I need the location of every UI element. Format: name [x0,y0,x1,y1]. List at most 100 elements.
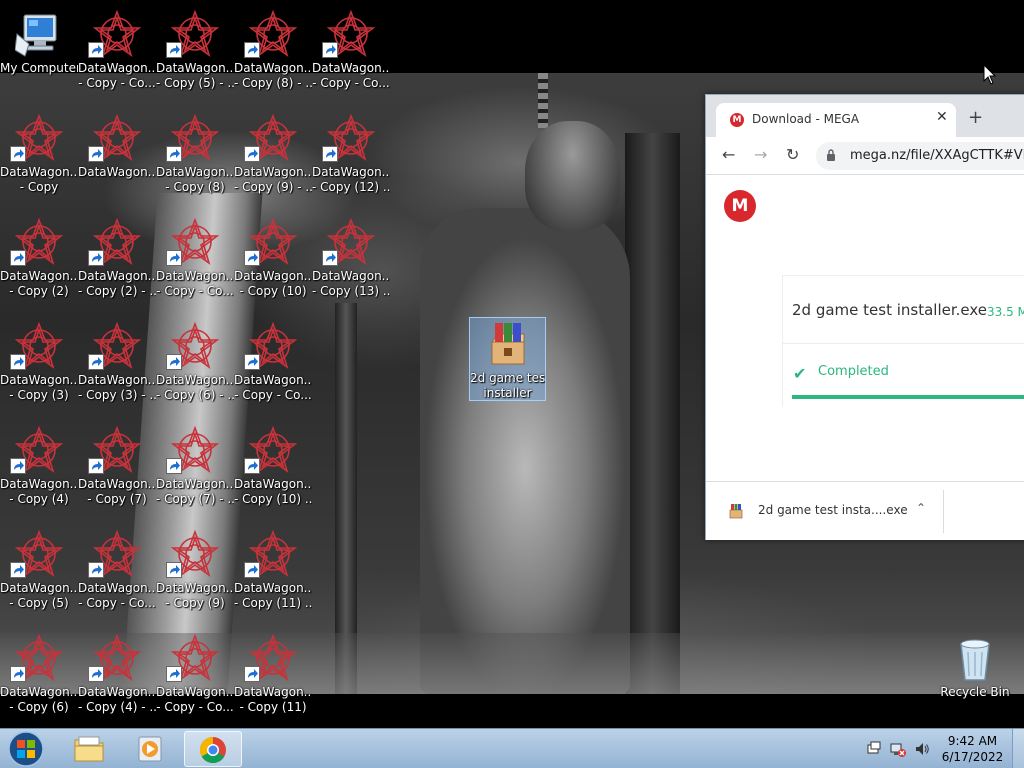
file-size: 33.5 M [987,305,1024,319]
desktop-icon-datawagon[interactable]: DataWagon.... - Copy - Co... [78,4,156,108]
icon-label: Recycle Bin [940,685,1010,699]
mouse-cursor-icon [983,64,997,85]
clock-time[interactable]: 9:42 AM [940,734,1005,748]
taskbar: 9:42 AM 6/17/2022 [0,728,1024,768]
tab-download-mega[interactable]: M Download - MEGA ✕ [716,103,956,137]
desktop-icon-datawagon[interactable]: DataWagon.... - Copy (11) ... [234,524,312,628]
download-status: Completed [818,364,889,379]
icon-label: DataWagon.... [78,685,156,699]
icon-label: - Copy (3) - ... [78,388,156,402]
icon-label: - Copy (10) ... [234,492,312,506]
icon-label: DataWagon.... [0,685,78,699]
icon-label: - Copy - Co... [78,596,156,610]
desktop-icon-datawagon[interactable]: DataWagon.... - Copy [0,108,78,212]
divider [783,343,1024,344]
icon-label: DataWagon.... [156,581,234,595]
shortcut-arrow-icon [88,146,104,162]
wallpaper-figure [420,208,630,694]
icon-label: - Copy (7) [87,492,147,506]
clock-date[interactable]: 6/17/2022 [940,750,1005,764]
desktop-icon-datawagon[interactable]: DataWagon.... - Copy - Co... [78,524,156,628]
mega-logo-icon[interactable]: M [724,190,756,222]
shortcut-arrow-icon [166,250,182,266]
new-tab-button[interactable]: + [968,107,983,128]
icon-label: - Copy (5) [9,596,69,610]
action-center-icon[interactable] [866,741,882,757]
desktop-icon-datawagon[interactable]: DataWagon.... - Copy (6) - ... [156,316,234,420]
icon-label: - Copy - Co... [78,76,156,90]
desktop-icon-datawagon[interactable]: DataWagon.... - Copy (3) - ... [78,316,156,420]
icon-label: - Copy - Co... [312,76,390,90]
desktop-icon-recycle-bin[interactable]: Recycle Bin [936,628,1014,728]
desktop-icon-datawagon[interactable]: DataWagon.... - Copy (7) - ... [156,420,234,524]
taskbar-chrome-button[interactable] [184,731,242,767]
shortcut-arrow-icon [244,666,260,682]
taskbar-media-player-button[interactable] [122,731,180,767]
wallpaper-chain [538,73,548,128]
desktop-icon-datawagon[interactable]: DataWagon.... - Copy (8) [156,108,234,212]
icon-label: - Copy - Co... [156,700,234,714]
desktop-icon-datawagon[interactable]: DataWagon.... - Copy (9) - ... [234,108,312,212]
desktop-icon-datawagon[interactable]: DataWagon.... - Copy - Co... [312,4,390,108]
icon-label: DataWagon.... [234,685,312,699]
icon-label: - Copy (8) [165,180,225,194]
shortcut-arrow-icon [244,42,260,58]
network-icon[interactable] [890,741,906,757]
shortcut-arrow-icon [166,562,182,578]
desktop-icon-datawagon[interactable]: DataWagon.... - Copy - Co... [156,212,234,316]
back-icon[interactable]: ← [722,145,735,164]
icon-label: DataWagon.... [156,373,234,387]
shortcut-arrow-icon [88,250,104,266]
desktop-icon-datawagon[interactable]: DataWagon.... - Copy (5) [0,524,78,628]
desktop-icon-datawagon[interactable]: DataWagon.... - Copy (7) [78,420,156,524]
shortcut-arrow-icon [244,562,260,578]
desktop-icon-datawagon[interactable]: DataWagon.... - Copy (10) [234,212,312,316]
icon-label: - Copy (11) [239,700,307,714]
desktop-icon-datawagon[interactable]: DataWagon.... - Copy (3) [0,316,78,420]
tab-title: Download - MEGA [752,112,860,126]
icon-label: - Copy - Co... [156,284,234,298]
desktop-icon-installer[interactable]: 2d game test installer [469,317,546,401]
check-icon: ✔ [793,364,807,383]
desktop-icon-datawagon[interactable]: DataWagon.... - Copy (6) [0,628,78,728]
shortcut-arrow-icon [166,42,182,58]
progress-bar [792,395,1024,399]
desktop-icon-datawagon[interactable]: DataWagon.... - Copy - Co... [234,316,312,420]
desktop-icon-datawagon[interactable]: DataWagon.... - Copy (8) - ... [234,4,312,108]
desktop-icon-datawagon[interactable]: DataWagon.... - Copy (2) [0,212,78,316]
desktop-icon-datawagon[interactable]: DataWagon.... - Copy (9) [156,524,234,628]
desktop-icon-datawagon[interactable]: DataWagon.... - Copy (11) [234,628,312,728]
shortcut-arrow-icon [244,354,260,370]
lock-icon [827,149,835,161]
desktop-icon-datawagon[interactable]: DataWagon.... - Copy (10) ... [234,420,312,524]
icon-label: DataWagon.... [78,373,156,387]
taskbar-explorer-button[interactable] [60,731,118,767]
chevron-up-icon[interactable]: ⌃ [916,501,926,515]
icon-label: DataWagon.... [0,581,78,595]
icon-label: - Copy (12) ... [312,180,390,194]
address-bar[interactable]: mega.nz/file/XXAgCTTK#VFi [816,142,1024,170]
icon-label: DataWagon.... [312,269,390,283]
icon-label: DataWagon.... [78,165,156,179]
reload-icon[interactable]: ↻ [786,145,799,164]
desktop-icon-datawagon[interactable]: DataWagon.... - Copy (4) - ... [78,628,156,728]
download-item[interactable]: 2d game test insta....exe ⌃ [714,490,944,533]
start-button[interactable] [4,730,48,768]
chrome-icon [199,736,226,764]
desktop-icon-my-computer[interactable]: My Computer [0,4,78,108]
desktop-icon-datawagon[interactable]: DataWagon.... - Copy (5) - ... [156,4,234,108]
recycle-bin-icon [960,639,990,681]
show-desktop-button[interactable] [1012,729,1024,768]
desktop-icon-datawagon[interactable]: DataWagon.... - Copy (13) ... [312,212,390,316]
desktop-icon-datawagon[interactable]: DataWagon.... - Copy - Co... [156,628,234,728]
volume-icon[interactable] [914,741,930,757]
icon-label: - Copy (11) ... [234,596,312,610]
desktop-icon-datawagon[interactable]: DataWagon.... - Copy (12) ... [312,108,390,212]
browser-toolbar: ← → ↻ mega.nz/file/XXAgCTTK#VFi [706,137,1024,175]
desktop-icon-datawagon[interactable]: DataWagon.... - Copy (2) - ... [78,212,156,316]
tab-close-icon[interactable]: ✕ [936,109,948,125]
desktop-icon-datawagon[interactable]: DataWagon.... [78,108,156,212]
desktop-icon-datawagon[interactable]: DataWagon.... - Copy (4) [0,420,78,524]
forward-icon[interactable]: → [754,145,767,164]
chrome-window[interactable]: M Download - MEGA ✕ + ← → ↻ mega.nz/file… [705,94,1024,540]
